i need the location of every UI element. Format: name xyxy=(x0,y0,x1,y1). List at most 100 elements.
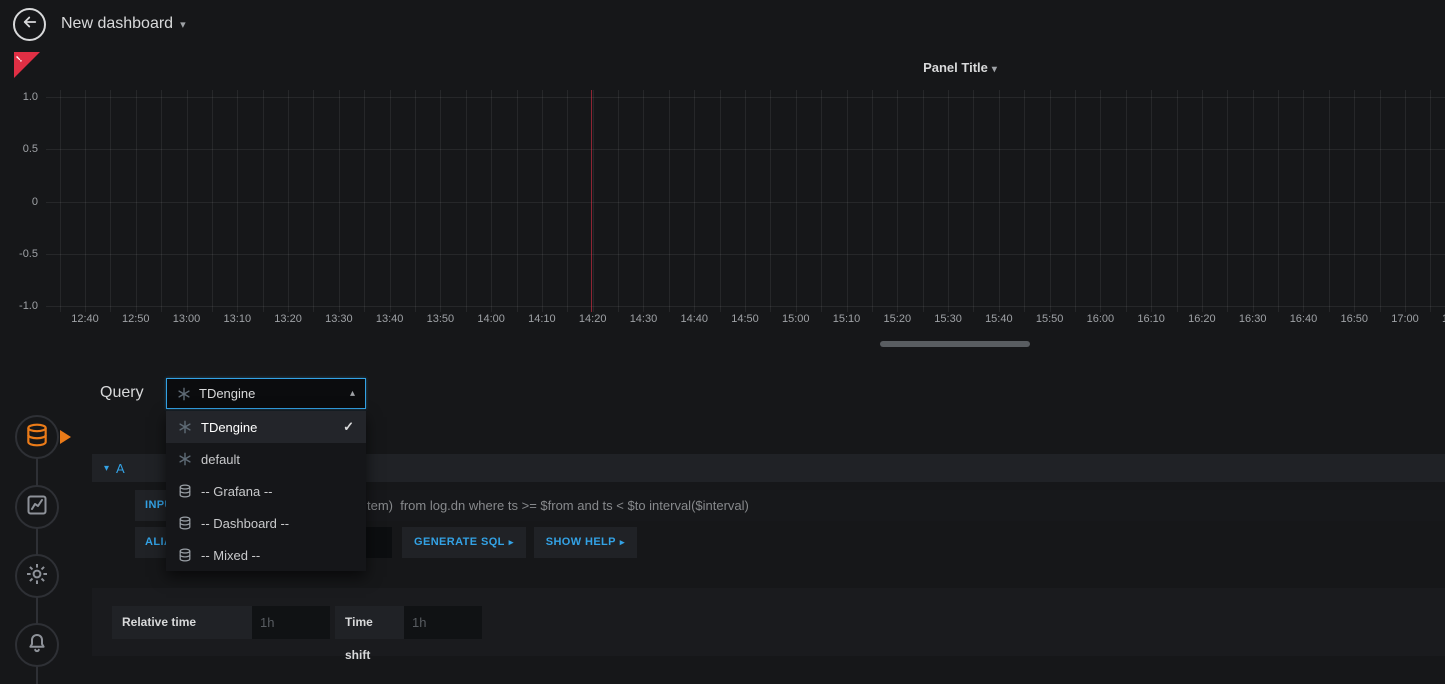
x-axis-tick: 15:10 xyxy=(833,313,861,325)
grid-line xyxy=(1151,90,1152,312)
x-axis-tick: 14:30 xyxy=(630,313,658,325)
grid-line xyxy=(1075,90,1076,312)
y-axis-tick: 1.0 xyxy=(0,90,38,104)
grid-line xyxy=(1100,90,1101,312)
grid-line xyxy=(745,90,746,312)
tab-visualization[interactable] xyxy=(15,485,59,529)
dropdown-item-label: TDengine xyxy=(201,420,343,435)
grid-line xyxy=(1227,90,1228,312)
grid-line xyxy=(593,90,594,312)
x-axis-tick: 16:30 xyxy=(1239,313,1267,325)
grid-line xyxy=(1177,90,1178,312)
x-axis-tick: 16:00 xyxy=(1087,313,1115,325)
chevron-down-icon: ▾ xyxy=(992,64,997,75)
horizontal-scrollbar[interactable] xyxy=(880,341,1030,347)
database-icon xyxy=(24,422,50,453)
grid-line xyxy=(136,90,137,312)
dropdown-item[interactable]: TDengine✓ xyxy=(166,411,366,443)
y-axis-tick: 0 xyxy=(0,195,38,209)
grid-line xyxy=(1380,90,1381,312)
grid-line xyxy=(923,90,924,312)
bell-icon xyxy=(25,631,49,660)
grid-line xyxy=(567,90,568,312)
x-axis-tick: 13:00 xyxy=(173,313,201,325)
grid-line xyxy=(897,90,898,312)
grid-line xyxy=(542,90,543,312)
sql-query-input[interactable]: tem) from log.dn where ts >= $from and t… xyxy=(225,490,1445,521)
datasource-select[interactable]: TDengine ▴ xyxy=(166,378,366,409)
dropdown-item-label: default xyxy=(201,452,354,467)
x-axis-tick: 14:10 xyxy=(528,313,556,325)
x-axis-tick: 14:50 xyxy=(731,313,759,325)
grafana-app: New dashboard ▾ ! Panel Title▾ 1.0 0.5 0 -0… xyxy=(0,0,1445,684)
query-section-label: Query xyxy=(100,384,144,402)
database-icon xyxy=(178,548,192,562)
grid-line xyxy=(796,90,797,312)
check-icon: ✓ xyxy=(343,419,354,435)
dropdown-item[interactable]: -- Grafana -- xyxy=(166,475,366,507)
grid-line xyxy=(973,90,974,312)
x-axis-tick: 15:40 xyxy=(985,313,1013,325)
grid-line xyxy=(720,90,721,312)
chevron-up-icon: ▴ xyxy=(350,388,355,399)
grid-line xyxy=(1253,90,1254,312)
grid-line xyxy=(821,90,822,312)
grid-line xyxy=(237,90,238,312)
tab-queries[interactable] xyxy=(15,415,59,459)
grid-line xyxy=(339,90,340,312)
dropdown-item[interactable]: default xyxy=(166,443,366,475)
grid-line xyxy=(85,90,86,312)
grid-line xyxy=(643,90,644,312)
panel: ! Panel Title▾ 1.00.50-0.5-1.012:4012:50… xyxy=(0,52,1445,352)
back-button[interactable] xyxy=(13,8,46,41)
grid-line xyxy=(161,90,162,312)
grid-line xyxy=(618,90,619,312)
chevron-down-icon: ▾ xyxy=(104,463,109,474)
time-shift-input[interactable] xyxy=(404,606,482,639)
database-icon xyxy=(178,516,192,530)
snowflake-icon xyxy=(178,452,192,466)
tab-alert[interactable] xyxy=(15,623,59,667)
dropdown-item-label: -- Dashboard -- xyxy=(201,516,354,531)
grid-line xyxy=(415,90,416,312)
x-axis-tick: 13:30 xyxy=(325,313,353,325)
submenu-arrow-icon: ▸ xyxy=(620,537,625,547)
x-axis-tick: 16:40 xyxy=(1290,313,1318,325)
grid-line xyxy=(263,90,264,312)
chart-icon xyxy=(25,493,49,522)
back-arrow-icon xyxy=(21,13,39,36)
show-help-button[interactable]: SHOW HELP▸ xyxy=(534,527,637,558)
grid-line xyxy=(187,90,188,312)
dropdown-item[interactable]: -- Dashboard -- xyxy=(166,507,366,539)
dropdown-item-label: -- Grafana -- xyxy=(201,484,354,499)
grid-line xyxy=(1329,90,1330,312)
datasource-select-value: TDengine xyxy=(199,386,350,401)
tab-general[interactable] xyxy=(15,554,59,598)
y-axis-tick: -1.0 xyxy=(0,299,38,313)
grid-line xyxy=(466,90,467,312)
topbar: New dashboard ▾ xyxy=(0,0,1445,48)
grid-line xyxy=(1278,90,1279,312)
time-options-strip: Relative time Time shift xyxy=(92,588,1445,656)
x-axis-tick: 14:00 xyxy=(477,313,505,325)
x-axis-tick: 13:20 xyxy=(274,313,302,325)
panel-title[interactable]: Panel Title▾ xyxy=(923,60,997,75)
panel-error-corner-icon[interactable]: ! xyxy=(14,52,40,78)
dashboard-title[interactable]: New dashboard xyxy=(61,15,173,33)
grid-line xyxy=(60,90,61,312)
active-tab-pointer-icon xyxy=(60,430,71,444)
chart-cursor-line xyxy=(591,90,592,312)
x-axis-tick: 14:20 xyxy=(579,313,607,325)
relative-time-input[interactable] xyxy=(252,606,330,639)
generate-sql-button[interactable]: GENERATE SQL▸ xyxy=(402,527,526,558)
time-shift-label: Time shift xyxy=(335,606,404,639)
y-axis-tick: -0.5 xyxy=(0,247,38,261)
dropdown-item[interactable]: -- Mixed -- xyxy=(166,539,366,571)
y-axis-tick: 0.5 xyxy=(0,142,38,156)
x-axis-tick: 17:00 xyxy=(1391,313,1419,325)
gear-icon xyxy=(25,562,49,591)
chevron-down-icon[interactable]: ▾ xyxy=(180,18,186,31)
x-axis-tick: 13:10 xyxy=(224,313,252,325)
x-axis-tick: 15:00 xyxy=(782,313,810,325)
grid-line xyxy=(669,90,670,312)
